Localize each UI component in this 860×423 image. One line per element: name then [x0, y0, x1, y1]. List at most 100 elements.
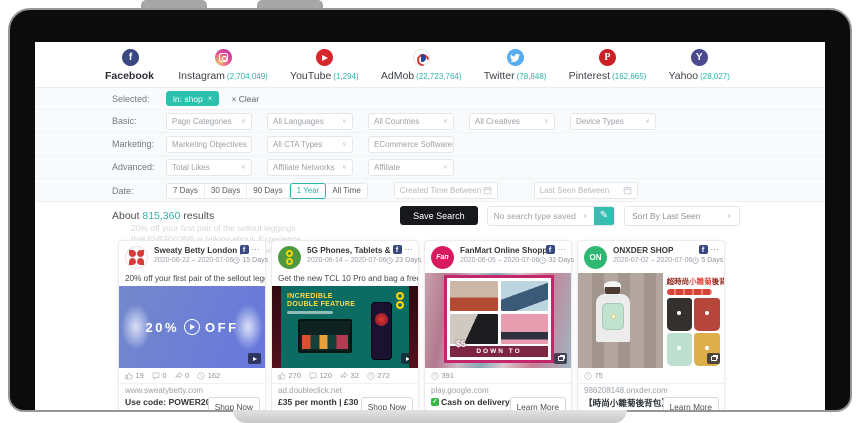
calendar-icon: [483, 186, 492, 195]
date-7-days[interactable]: 7 Days: [167, 184, 205, 198]
filter-row-basic: Basic: Page Categories∨ All Languages∨ A…: [35, 110, 825, 133]
edit-saved-search-button[interactable]: ✎: [594, 207, 614, 225]
chip-close-icon[interactable]: ×: [208, 94, 213, 103]
tab-count: (2,704,049): [227, 72, 268, 81]
cta-button[interactable]: Learn More: [510, 397, 566, 410]
ad-domain[interactable]: www.sweatybetty.com: [125, 386, 259, 395]
clock-icon: [692, 257, 699, 264]
clear-filters-link[interactable]: × Clear: [231, 94, 259, 104]
clock-icon: [233, 257, 240, 264]
dropdown-marketing-objectives[interactable]: Marketing Objectives∨: [166, 136, 252, 153]
selected-label: Selected:: [112, 94, 166, 104]
clock-icon: [386, 257, 393, 264]
ee-logo-icon: [396, 292, 404, 309]
creative-text: 20%: [145, 320, 179, 335]
dropdown-page-categories[interactable]: Page Categories∨: [166, 113, 252, 130]
sort-dropdown[interactable]: Sort By Last Seen∨: [624, 206, 740, 226]
pinterest-icon: P: [599, 49, 616, 66]
avatar: Fan: [431, 246, 454, 269]
ad-domain[interactable]: play.google.com: [431, 386, 565, 395]
chevron-down-icon: ∨: [645, 118, 650, 124]
ad-creative[interactable]: $5 DOWN TO: [425, 273, 571, 368]
dropdown-affiliate-networks[interactable]: Affiliate Networks∨: [267, 159, 353, 176]
page-name[interactable]: FanMart Online Shopping - F...: [460, 246, 554, 255]
date-range-group: 7 Days 30 Days 90 Days 1 Year All Time: [166, 183, 368, 199]
cta-button[interactable]: Shop Now: [208, 397, 260, 410]
photos-badge-icon: [707, 353, 720, 364]
dropdown-device-types[interactable]: Device Types∨: [570, 113, 656, 130]
basic-label: Basic:: [112, 116, 166, 126]
page-name[interactable]: 5G Phones, Tablets & SIMs | ...: [307, 246, 401, 255]
more-icon[interactable]: ⋯: [558, 247, 567, 253]
facebook-icon: f: [699, 245, 708, 254]
admob-icon: [413, 49, 430, 66]
ad-domain[interactable]: ad.doubleclick.net: [278, 386, 412, 395]
last-seen-input[interactable]: Last Seen Between: [534, 182, 638, 199]
share-icon: [340, 372, 348, 380]
facebook-icon: f: [393, 245, 402, 254]
creative-text: 後背包: [712, 277, 724, 286]
tab-instagram[interactable]: Instagram(2,704,049): [178, 49, 268, 91]
play-icon[interactable]: [184, 319, 200, 335]
dropdown-total-likes[interactable]: Total Likes∨: [166, 159, 252, 176]
chevron-down-icon: ∨: [241, 118, 246, 124]
ad-domain[interactable]: 986208148.onxder.com: [584, 386, 718, 395]
clock-icon: [367, 372, 375, 380]
tab-pinterest[interactable]: P Pinterest(162,665): [569, 49, 647, 91]
page-name[interactable]: ONXDER SHOP: [613, 246, 707, 255]
ad-card: 5G Phones, Tablets & SIMs | ... f⋯ 2020-…: [271, 240, 419, 410]
ad-text: Get the new TCL 10 Pro and bag a free TC…: [272, 273, 418, 286]
dropdown-affiliate[interactable]: Affiliate∨: [368, 159, 454, 176]
ad-creative[interactable]: 超時尚小雛菊後背包: [578, 273, 724, 368]
avatar: [278, 246, 301, 269]
page-name[interactable]: Sweaty Betty London | Wom...: [154, 246, 248, 255]
dropdown-all-languages[interactable]: All Languages∨: [267, 113, 353, 130]
tab-count: (162,665): [612, 72, 646, 81]
chevron-down-icon: ∨: [443, 118, 448, 124]
more-icon[interactable]: ⋯: [252, 247, 261, 253]
advanced-label: Advanced:: [112, 162, 166, 172]
clock-icon: [197, 372, 205, 380]
date-90-days[interactable]: 90 Days: [247, 184, 289, 198]
created-time-input[interactable]: Created Time Between: [394, 182, 498, 199]
dropdown-cta-types[interactable]: All CTA Types∨: [267, 136, 353, 153]
results-count-text: About 815,360 results: [112, 210, 214, 222]
tab-youtube[interactable]: YouTube(1,294): [290, 49, 359, 91]
cta-button[interactable]: Shop Now: [361, 397, 413, 410]
instagram-icon: [215, 49, 232, 66]
filter-panel: Selected: in: shop× × Clear Basic: Page …: [35, 88, 825, 202]
dropdown-all-countries[interactable]: All Countries∨: [368, 113, 454, 130]
cta-button[interactable]: Learn More: [663, 397, 719, 410]
ad-creative[interactable]: 20% OFF: [119, 286, 265, 368]
dropdown-ecommerce-softwares[interactable]: ECommerce Softwares∨: [368, 136, 454, 153]
saved-search-dropdown[interactable]: No search type saved∨ ✎: [487, 206, 615, 226]
results-count: 815,360: [142, 210, 180, 222]
stats-row: 75: [578, 368, 724, 383]
phone-graphic: [371, 302, 392, 360]
tab-yahoo[interactable]: Y Yahoo(28,027): [669, 49, 730, 91]
more-icon[interactable]: ⋯: [405, 247, 414, 253]
avatar: ON: [584, 246, 607, 269]
more-icon[interactable]: ⋯: [711, 247, 720, 253]
date-all-time[interactable]: All Time: [326, 184, 366, 198]
facebook-icon: f: [122, 49, 139, 66]
ad-creative[interactable]: INCREDIBLE DOUBLE FEATURE: [272, 286, 418, 368]
creative-text: DOWN TO: [476, 348, 521, 355]
ad-headline: Use code: POWER20: [125, 397, 217, 407]
date-30-days[interactable]: 30 Days: [205, 184, 247, 198]
tab-facebook[interactable]: f Facebook: [105, 49, 156, 91]
facebook-icon: f: [240, 245, 249, 254]
tab-admob[interactable]: AdMob(22,723,764): [381, 49, 462, 91]
tab-twitter[interactable]: Twitter(78,848): [484, 49, 547, 91]
chevron-down-icon: ∨: [443, 164, 448, 170]
dropdown-all-creatives[interactable]: All Creatives∨: [469, 113, 555, 130]
creative-text: 小雛菊: [689, 277, 712, 286]
tab-count: (22,723,764): [416, 72, 461, 81]
check-icon: ✓: [431, 398, 439, 406]
date-1-year[interactable]: 1 Year: [290, 183, 327, 199]
filter-row-date: Date: 7 Days 30 Days 90 Days 1 Year All …: [35, 179, 825, 202]
chevron-down-icon: ∨: [342, 141, 347, 147]
selected-filter-chip[interactable]: in: shop×: [166, 91, 219, 106]
save-search-button[interactable]: Save Search: [400, 206, 478, 225]
creative-text: INCREDIBLE DOUBLE FEATURE: [287, 293, 365, 309]
